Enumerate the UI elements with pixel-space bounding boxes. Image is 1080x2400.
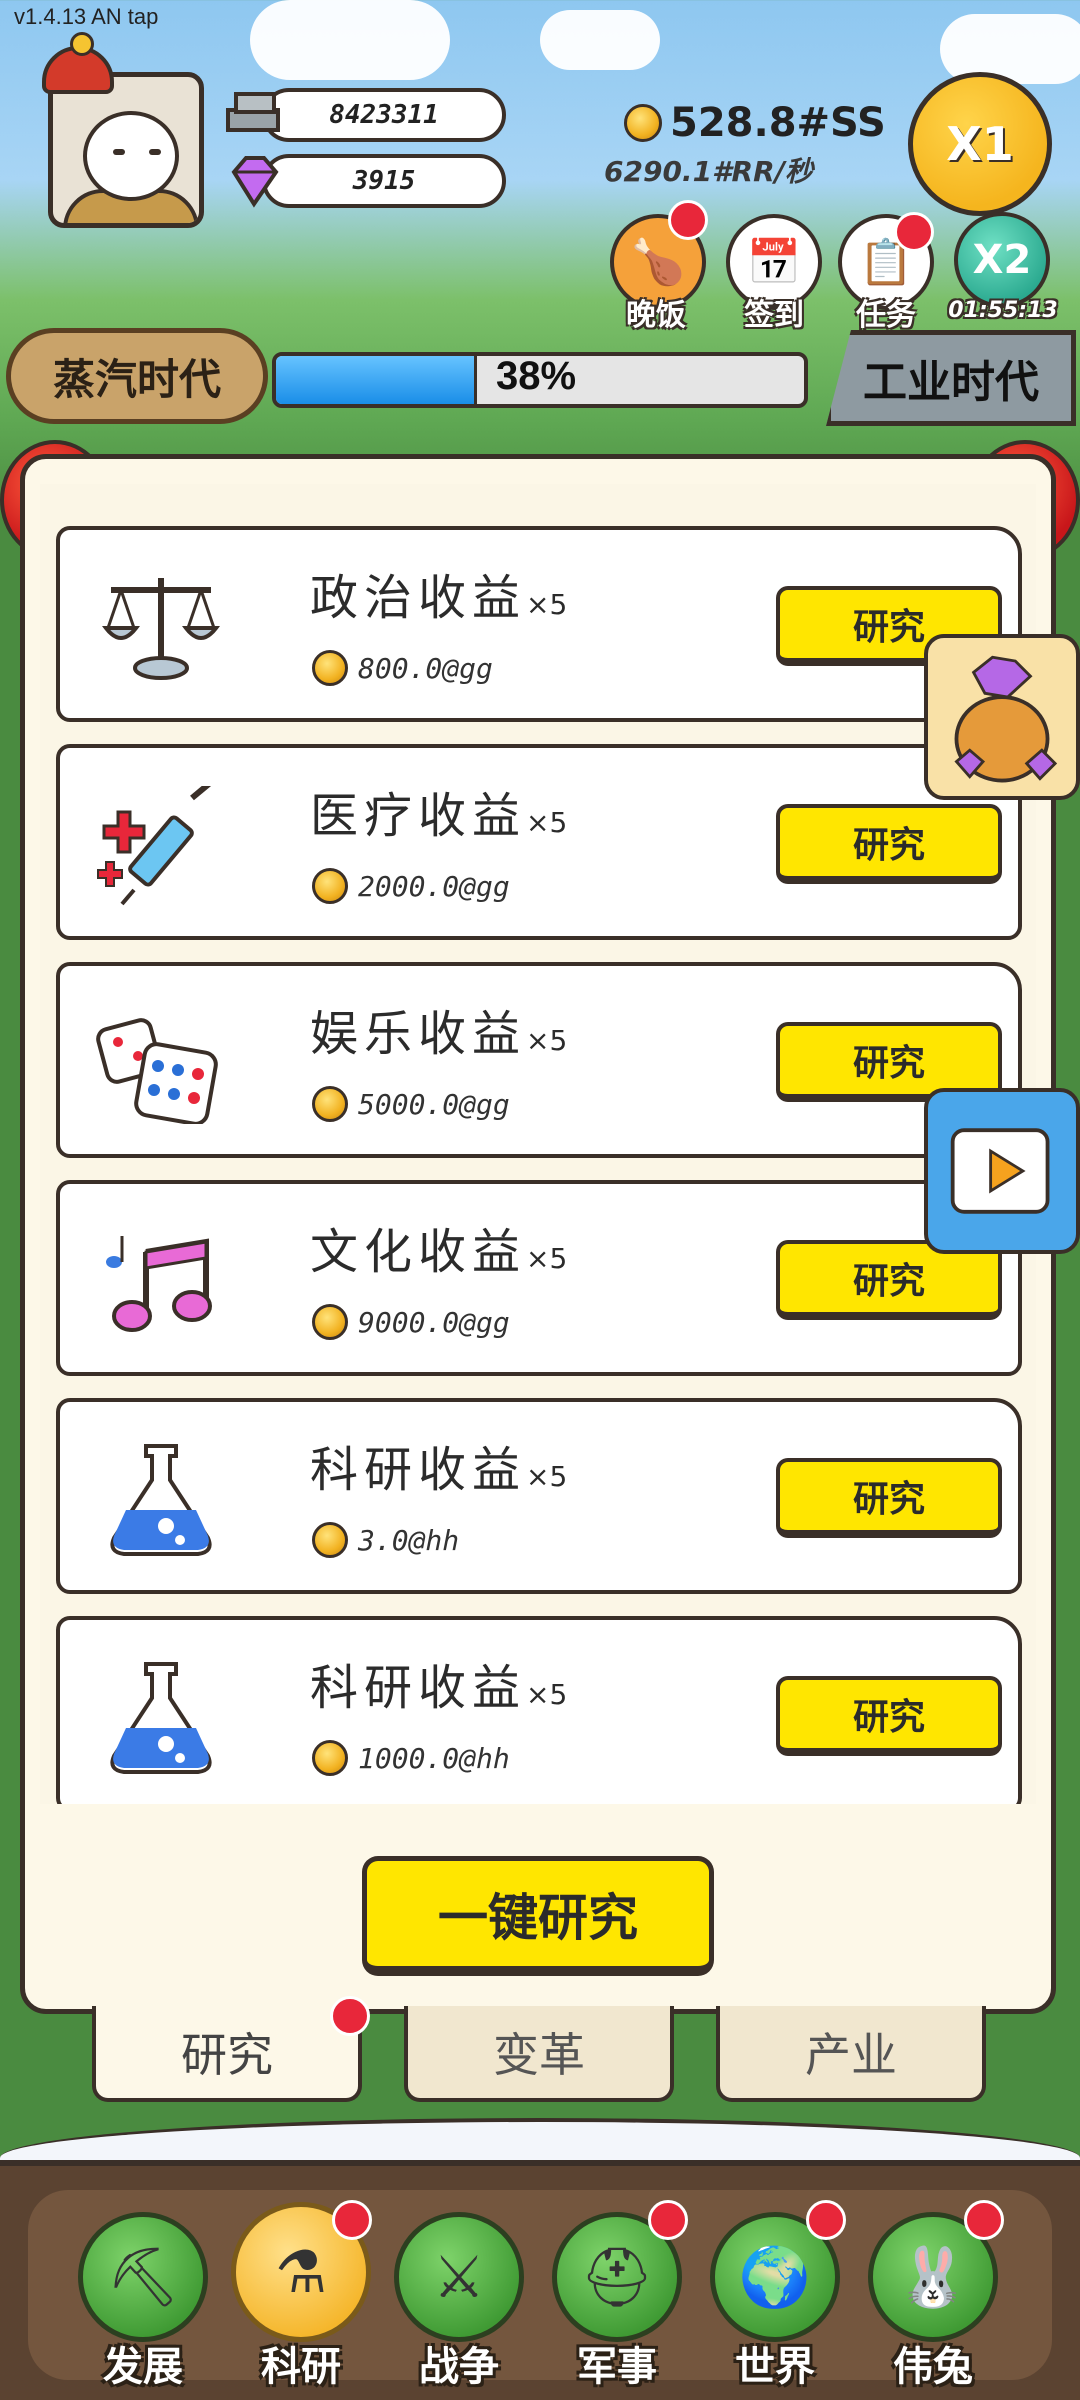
gold-coin-icon: [312, 650, 348, 686]
avatar-eye: [113, 149, 125, 155]
silver-counter: 8423311: [262, 88, 506, 142]
tab-industry[interactable]: 产业: [716, 2006, 986, 2102]
notification-dot: [648, 2200, 688, 2240]
gold-coin-icon: [312, 1304, 348, 1340]
silver-ingot-icon: [226, 92, 280, 132]
one-click-research-button[interactable]: 一键研究: [362, 1856, 714, 1976]
research-cost: 800.0@gg: [312, 650, 493, 686]
music-note-icon: [106, 1236, 212, 1332]
play-video-icon: [950, 1128, 1050, 1214]
dice-icon: [96, 1018, 218, 1124]
research-card: 科研收益×5 1000.0@hh 研究: [56, 1616, 1022, 1804]
cloud: [250, 0, 450, 80]
notification-dot: [964, 2200, 1004, 2240]
research-cost: 9000.0@gg: [312, 1304, 510, 1340]
gold-coin-icon: [312, 868, 348, 904]
nav-label: 世界: [735, 2344, 815, 2390]
crown-icon: [42, 32, 114, 94]
gem-icon: [231, 156, 279, 208]
tab-reform[interactable]: 变革: [404, 2006, 674, 2102]
era-progress-fill: [276, 356, 477, 404]
research-cost: 2000.0@gg: [312, 868, 510, 904]
gem-bag-button[interactable]: [924, 634, 1080, 800]
current-era-badge: 蒸汽时代: [6, 328, 268, 424]
research-card: 文化收益×5 9000.0@gg 研究: [56, 1180, 1022, 1376]
gold-coin-icon: [624, 104, 662, 142]
tab-research[interactable]: 研究: [92, 2006, 362, 2102]
player-avatar[interactable]: [48, 72, 204, 228]
research-cost: 3.0@hh: [312, 1522, 459, 1558]
scale-icon: [101, 578, 221, 680]
research-button[interactable]: 研究: [776, 1676, 1002, 1756]
gold-coin-icon: [312, 1740, 348, 1776]
nav-label: 战争: [419, 2344, 499, 2390]
nav-label: 科研: [261, 2344, 341, 2390]
research-title: 科研收益×5: [310, 1660, 568, 1716]
research-card: 娱乐收益×5 5000.0@gg 研究: [56, 962, 1022, 1158]
gem-bag-icon: [954, 655, 1058, 783]
research-title: 政治收益×5: [310, 570, 568, 626]
nav-label: 发展: [103, 2344, 183, 2390]
avatar-eye: [149, 149, 161, 155]
watch-video-button[interactable]: [924, 1088, 1080, 1254]
research-title: 娱乐收益×5: [310, 1006, 568, 1062]
notification-dot: [668, 200, 708, 240]
syringe-icon: [97, 786, 212, 906]
research-title: 文化收益×5: [310, 1224, 568, 1280]
gold-coin-icon: [312, 1522, 348, 1558]
research-list[interactable]: 政治收益×5 800.0@gg 研究 医疗收益×5 2000.0@gg 研究 娱…: [40, 484, 1036, 1804]
research-button[interactable]: 研究: [776, 804, 1002, 884]
quick-action-label: 晚饭: [626, 298, 686, 333]
research-card: 政治收益×5 800.0@gg 研究: [56, 526, 1022, 722]
nav-develop[interactable]: ⛏ 发展: [68, 2200, 218, 2400]
research-title: 科研收益×5: [310, 1442, 568, 1498]
nav-label: 军事: [577, 2344, 657, 2390]
next-era-badge[interactable]: 工业时代: [826, 330, 1076, 426]
double-speed-button[interactable]: X2: [954, 212, 1050, 308]
double-speed-timer: 01:55:13: [948, 298, 1058, 323]
notification-dot: [332, 2200, 372, 2240]
research-card: 医疗收益×5 2000.0@gg 研究: [56, 744, 1022, 940]
research-title: 医疗收益×5: [310, 788, 568, 844]
cloud: [540, 10, 660, 70]
era-progress-text: 38%: [496, 354, 577, 398]
research-card: 科研收益×5 3.0@hh 研究: [56, 1398, 1022, 1594]
research-cost: 1000.0@hh: [312, 1740, 510, 1776]
nav-label: 伟兔: [893, 2344, 973, 2390]
notification-dot: [330, 1996, 370, 2036]
research-button[interactable]: 研究: [776, 1458, 1002, 1538]
research-cost: 5000.0@gg: [312, 1086, 510, 1122]
avatar-face: [83, 111, 179, 201]
gold-coin-icon: [312, 1086, 348, 1122]
gold-display: 528.8#SS: [624, 100, 886, 146]
crossed-swords-icon: ⚔: [394, 2212, 524, 2342]
version-label: v1.4.13 AN tap: [14, 4, 159, 29]
notification-dot: [894, 212, 934, 252]
axe-icon: ⛏: [78, 2212, 208, 2342]
speed-toggle-button[interactable]: X1: [908, 72, 1052, 216]
quick-action-label: 签到: [744, 298, 804, 333]
notification-dot: [806, 2200, 846, 2240]
double-speed-icon: X2: [954, 212, 1050, 308]
nav-war[interactable]: ⚔ 战争: [384, 2200, 534, 2400]
flask-icon: [110, 1444, 212, 1556]
income-rate: 6290.1#RR/秒: [604, 155, 813, 188]
gold-amount: 528.8#SS: [670, 100, 886, 146]
flask-icon: [110, 1662, 212, 1774]
quick-action-label: 任务: [856, 298, 916, 333]
gem-counter: 3915: [262, 154, 506, 208]
